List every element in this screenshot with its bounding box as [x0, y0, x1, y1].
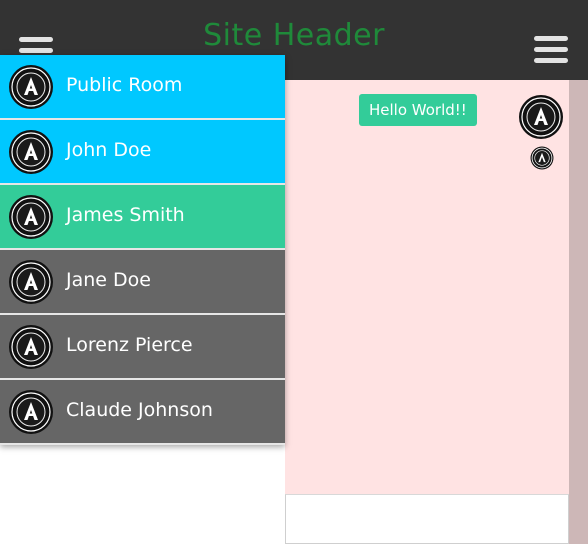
right-menu-icon[interactable]: [534, 36, 568, 64]
sidebar-item-public-room[interactable]: Public Room: [0, 55, 285, 120]
sidebar-item-lorenz-pierce[interactable]: Lorenz Pierce: [0, 315, 285, 380]
sidebar-item-label: John Doe: [66, 139, 152, 161]
sidebar-item-jane-doe[interactable]: Jane Doe: [0, 250, 285, 315]
sidebar-bottom-blank: [0, 442, 285, 544]
sidebar-item-james-smith[interactable]: James Smith: [0, 185, 285, 250]
sidebar-item-label: James Smith: [66, 204, 185, 226]
avatar-icon: [8, 64, 54, 110]
chat-area: Hello World!!: [285, 80, 569, 494]
avatar-icon: [8, 194, 54, 240]
sidebar-item-john-doe[interactable]: John Doe: [0, 120, 285, 185]
sidebar-item-label: Public Room: [66, 74, 183, 96]
message-input[interactable]: [285, 494, 569, 544]
sidebar-item-label: Lorenz Pierce: [66, 334, 193, 356]
avatar-icon: [8, 324, 54, 370]
site-title: Site Header: [203, 18, 385, 53]
avatar-icon: [8, 389, 54, 435]
sidebar-item-label: Claude Johnson: [66, 399, 213, 421]
avatar-icon: [8, 259, 54, 305]
room-sidebar: Public Room John Doe James Smith Jane Do…: [0, 55, 285, 445]
message-sender-avatar-icon: [518, 94, 564, 140]
message-bubble: Hello World!!: [359, 94, 477, 126]
sidebar-item-claude-johnson[interactable]: Claude Johnson: [0, 380, 285, 445]
read-receipt-avatar-icon: [530, 146, 554, 170]
avatar-icon: [8, 129, 54, 175]
sidebar-item-label: Jane Doe: [66, 269, 151, 291]
